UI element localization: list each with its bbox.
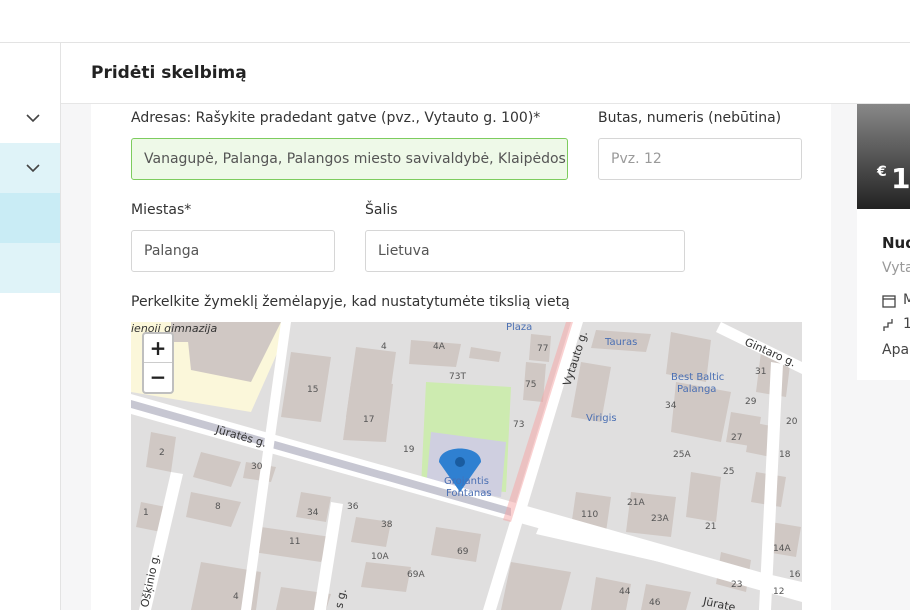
- sidebar-subitem-active[interactable]: [0, 193, 60, 243]
- house-number: 73: [513, 420, 525, 430]
- page-header: Pridėti skelbimą: [61, 43, 910, 104]
- house-number: 34: [665, 401, 677, 411]
- main-area: Pridėti skelbimą Adresas: Rašykite prade…: [61, 43, 910, 610]
- house-number: 12: [773, 587, 785, 597]
- address-input[interactable]: Vanagupė, Palanga, Palangos miesto saviv…: [131, 138, 568, 180]
- house-number: 23A: [651, 514, 669, 524]
- house-number: 110: [581, 510, 599, 520]
- house-number: 14A: [773, 544, 791, 554]
- house-number: 75: [525, 380, 537, 390]
- house-number: 36: [347, 502, 359, 512]
- top-bar: [0, 0, 910, 43]
- map-label-fountain-2: Fontanas: [446, 488, 492, 499]
- map-label-virigis: Virigis: [586, 413, 617, 424]
- house-number: 4: [381, 342, 387, 352]
- sidebar: [0, 43, 61, 610]
- house-number: 1: [143, 508, 149, 518]
- city-label: Miestas*: [131, 202, 192, 218]
- house-number: 25A: [673, 450, 691, 460]
- country-label: Šalis: [365, 202, 398, 218]
- house-number: 11: [289, 537, 301, 547]
- zoom-in-button[interactable]: +: [144, 334, 172, 363]
- house-number: 38: [381, 520, 393, 530]
- map-label-fountain: Grojantis: [444, 476, 489, 487]
- house-number: 19: [403, 445, 415, 455]
- house-number: 15: [307, 385, 319, 395]
- house-number: 23: [731, 580, 743, 590]
- house-number: 20: [786, 417, 798, 427]
- house-number: 73T: [449, 372, 466, 382]
- house-number: 8: [215, 502, 221, 512]
- chevron-down-icon: [26, 164, 40, 173]
- house-number: 29: [745, 397, 757, 407]
- sidebar-item-2[interactable]: [0, 143, 60, 193]
- zoom-control: + −: [142, 332, 174, 394]
- listing-meta-2: 1: [903, 316, 910, 332]
- house-number: 27: [731, 433, 743, 443]
- house-number: 44: [619, 587, 631, 597]
- apartment-label: Butas, numeris (nebūtina): [598, 110, 782, 126]
- house-number: 34: [307, 508, 319, 518]
- page-title: Pridėti skelbimą: [91, 63, 247, 83]
- stairs-icon: [883, 319, 893, 331]
- location-map[interactable]: ienoji gimnazija Plaza Tauras Best Balti…: [131, 322, 802, 610]
- listing-image: € 1C: [857, 104, 910, 209]
- zoom-out-button[interactable]: −: [144, 363, 172, 392]
- listing-meta-1: M: [903, 292, 910, 308]
- house-number: 18: [779, 450, 791, 460]
- house-number: 69: [457, 547, 469, 557]
- listing-preview-card[interactable]: € 1C Nud Vyta M 1 Apar: [857, 104, 910, 380]
- apartment-input[interactable]: Pvz. 12: [598, 138, 802, 180]
- city-input[interactable]: Palanga: [131, 230, 335, 272]
- house-number: 69A: [407, 570, 425, 580]
- address-label: Adresas: Rašykite pradedant gatve (pvz.,…: [131, 110, 541, 126]
- calendar-icon: [882, 295, 896, 308]
- sidebar-subitem[interactable]: [0, 243, 60, 293]
- map-label-plaza: Plaza: [506, 322, 533, 333]
- listing-price: 1C: [891, 162, 910, 195]
- house-number: 31: [755, 367, 767, 377]
- house-number: 25: [723, 467, 735, 477]
- house-number: 10A: [371, 552, 389, 562]
- house-number: 46: [649, 598, 661, 608]
- house-number: 2: [159, 448, 165, 458]
- house-number: 21: [705, 522, 717, 532]
- country-input[interactable]: Lietuva: [365, 230, 685, 272]
- house-number: 4A: [433, 342, 445, 352]
- house-number: 21A: [627, 498, 645, 508]
- map-tiles[interactable]: [131, 322, 802, 610]
- house-number: 17: [363, 415, 375, 425]
- map-hint: Perkelkite žymeklį žemėlapyje, kad nusta…: [131, 294, 570, 310]
- listing-meta-3: Apar: [882, 342, 910, 358]
- map-label-best-baltic: Best Baltic: [671, 372, 725, 383]
- house-number: 16: [789, 570, 801, 580]
- chevron-down-icon: [26, 114, 40, 123]
- map-label-tauras: Tauras: [605, 337, 638, 348]
- listing-form: Adresas: Rašykite pradedant gatve (pvz.,…: [91, 104, 831, 610]
- map-label-best-baltic-2: Palanga: [677, 384, 717, 395]
- house-number: 4: [233, 592, 239, 602]
- house-number: 77: [537, 344, 549, 354]
- house-number: 30: [251, 462, 263, 472]
- listing-address: Vyta: [882, 260, 910, 276]
- currency-symbol: €: [877, 164, 887, 180]
- listing-title: Nud: [882, 234, 910, 252]
- sidebar-item-1[interactable]: [0, 95, 60, 141]
